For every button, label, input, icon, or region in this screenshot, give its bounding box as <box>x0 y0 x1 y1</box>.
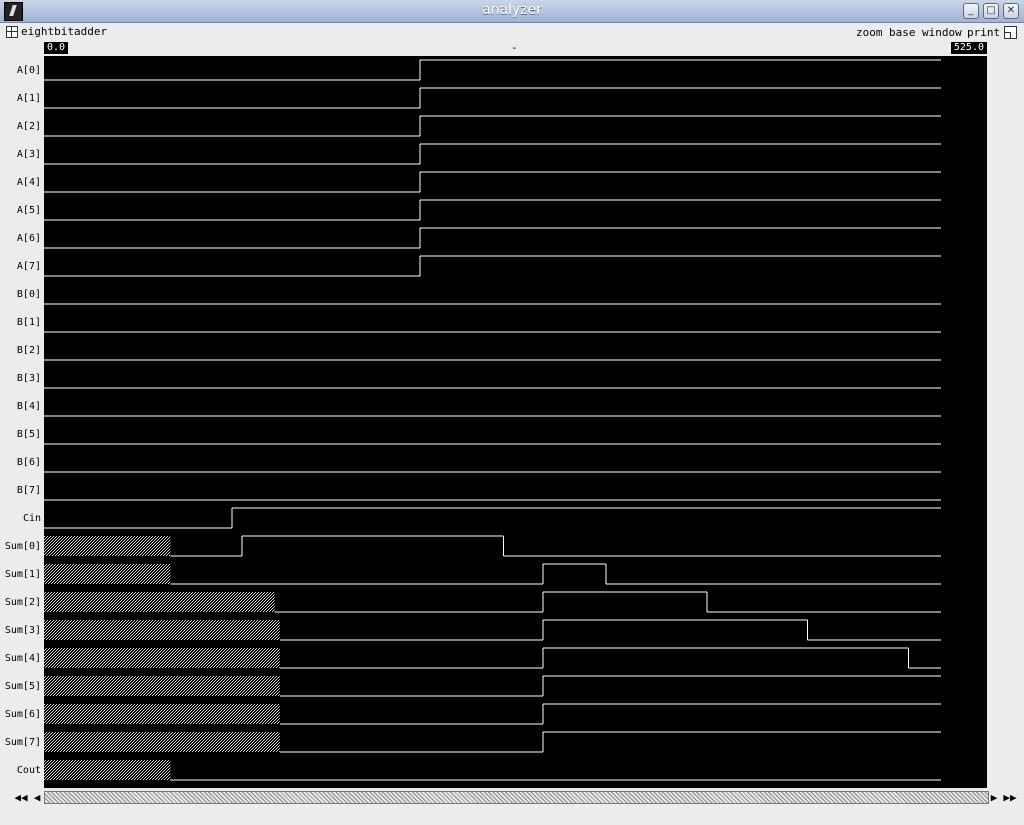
signal-label-sum-7[interactable]: Sum[7] <box>5 737 41 748</box>
unknown-region <box>44 564 171 584</box>
signal-trace <box>279 675 941 697</box>
signal-trace <box>44 59 941 81</box>
scroll-left-fast-icon[interactable]: ◀◀ <box>12 791 30 804</box>
time-ruler: 0.0 - 525.0 <box>44 41 987 54</box>
unknown-region <box>44 760 171 780</box>
waveform-sum-6 <box>44 703 941 725</box>
waveform-sum-3 <box>44 619 941 641</box>
signal-label-a-3[interactable]: A[3] <box>17 149 41 160</box>
waveform-sum-4 <box>44 647 941 669</box>
horizontal-scrollbar: ◀◀ ◀ ▶ ▶▶ <box>0 790 1024 806</box>
signal-label-b-3[interactable]: B[3] <box>17 373 41 384</box>
waveform-sum-5 <box>44 675 941 697</box>
signal-trace <box>279 731 941 753</box>
waveform-cin <box>44 507 941 529</box>
signal-trace <box>170 535 941 557</box>
scroll-thumb[interactable] <box>45 792 988 803</box>
window-title: analyzer <box>482 2 542 18</box>
design-name: eightbitadder <box>21 25 108 38</box>
scroll-right-fast-icon[interactable]: ▶▶ <box>1001 791 1019 804</box>
resize-icon[interactable] <box>1004 26 1017 39</box>
waveform-sum-2 <box>44 591 941 613</box>
time-start-label: 0.0 <box>44 42 69 54</box>
menu-print[interactable]: print <box>967 26 1000 39</box>
unknown-region <box>44 592 275 612</box>
signal-trace <box>44 255 941 277</box>
waveform-a-3 <box>44 143 941 165</box>
unknown-region <box>44 704 280 724</box>
menu-bar: eightbitadder zoom base window print <box>0 23 1024 41</box>
waveform-a-4 <box>44 171 941 193</box>
waveform-cout <box>44 760 941 781</box>
waveform-a-2 <box>44 115 941 137</box>
scroll-track[interactable] <box>44 791 989 804</box>
time-end-label: 525.0 <box>950 42 987 54</box>
waveform-canvas <box>44 59 941 781</box>
waveform-a-6 <box>44 227 941 249</box>
signal-label-a-0[interactable]: A[0] <box>17 65 41 76</box>
signal-trace <box>44 171 941 193</box>
signal-trace <box>279 647 941 669</box>
signal-label-sum-6[interactable]: Sum[6] <box>5 709 41 720</box>
signal-trace <box>279 703 941 725</box>
scroll-right-icon[interactable]: ▶ <box>987 791 1001 804</box>
waveform-panel[interactable] <box>44 56 987 788</box>
waveform-sum-7 <box>44 731 941 753</box>
signal-label-sum-1[interactable]: Sum[1] <box>5 569 41 580</box>
menu-zoom[interactable]: zoom <box>856 26 883 39</box>
menu-window[interactable]: window <box>922 26 962 39</box>
signal-label-a-7[interactable]: A[7] <box>17 261 41 272</box>
signal-trace <box>274 591 941 613</box>
cursor-time-label: - <box>511 41 518 54</box>
signal-label-a-5[interactable]: A[5] <box>17 205 41 216</box>
signal-label-a-1[interactable]: A[1] <box>17 93 41 104</box>
unknown-region <box>44 648 280 668</box>
signal-trace <box>44 87 941 109</box>
signal-trace <box>44 199 941 221</box>
signal-label-sum-5[interactable]: Sum[5] <box>5 681 41 692</box>
minimize-button[interactable]: _ <box>963 3 979 19</box>
maximize-button[interactable]: □ <box>983 3 999 19</box>
signal-trace <box>44 115 941 137</box>
signal-label-b-7[interactable]: B[7] <box>17 485 41 496</box>
menu-base[interactable]: base <box>889 26 916 39</box>
signal-label-sum-0[interactable]: Sum[0] <box>5 541 41 552</box>
signal-label-a-6[interactable]: A[6] <box>17 233 41 244</box>
signal-trace <box>44 227 941 249</box>
unknown-region <box>44 676 280 696</box>
waveform-sum-0 <box>44 535 941 557</box>
signal-label-b-1[interactable]: B[1] <box>17 317 41 328</box>
unknown-region <box>44 536 171 556</box>
unknown-region <box>44 732 280 752</box>
signal-label-b-0[interactable]: B[0] <box>17 289 41 300</box>
grid-icon[interactable] <box>6 26 18 38</box>
close-button[interactable]: ✕ <box>1003 3 1019 19</box>
signal-label-a-4[interactable]: A[4] <box>17 177 41 188</box>
title-bar: analyzer _ □ ✕ <box>0 0 1024 23</box>
signal-label-b-4[interactable]: B[4] <box>17 401 41 412</box>
waveform-a-0 <box>44 59 941 81</box>
signal-trace <box>44 143 941 165</box>
signal-trace <box>44 507 941 529</box>
signal-label-b-2[interactable]: B[2] <box>17 345 41 356</box>
waveform-sum-1 <box>44 563 941 585</box>
waveform-a-5 <box>44 199 941 221</box>
signal-label-b-6[interactable]: B[6] <box>17 457 41 468</box>
scroll-left-icon[interactable]: ◀ <box>30 791 44 804</box>
waveform-a-7 <box>44 255 941 277</box>
signal-label-sum-3[interactable]: Sum[3] <box>5 625 41 636</box>
unknown-region <box>44 620 280 640</box>
signal-labels: A[0] A[1] A[2] A[3] A[4] A[5] A[6] A[7] B[0] B[1]… <box>0 56 44 788</box>
signal-trace <box>279 619 941 641</box>
signal-label-cout[interactable]: Cout <box>17 765 41 776</box>
waveform-a-1 <box>44 87 941 109</box>
signal-label-cin[interactable]: Cin <box>23 513 41 524</box>
signal-label-b-5[interactable]: B[5] <box>17 429 41 440</box>
signal-label-sum-4[interactable]: Sum[4] <box>5 653 41 664</box>
signal-label-sum-2[interactable]: Sum[2] <box>5 597 41 608</box>
signal-trace <box>170 563 941 585</box>
signal-label-a-2[interactable]: A[2] <box>17 121 41 132</box>
